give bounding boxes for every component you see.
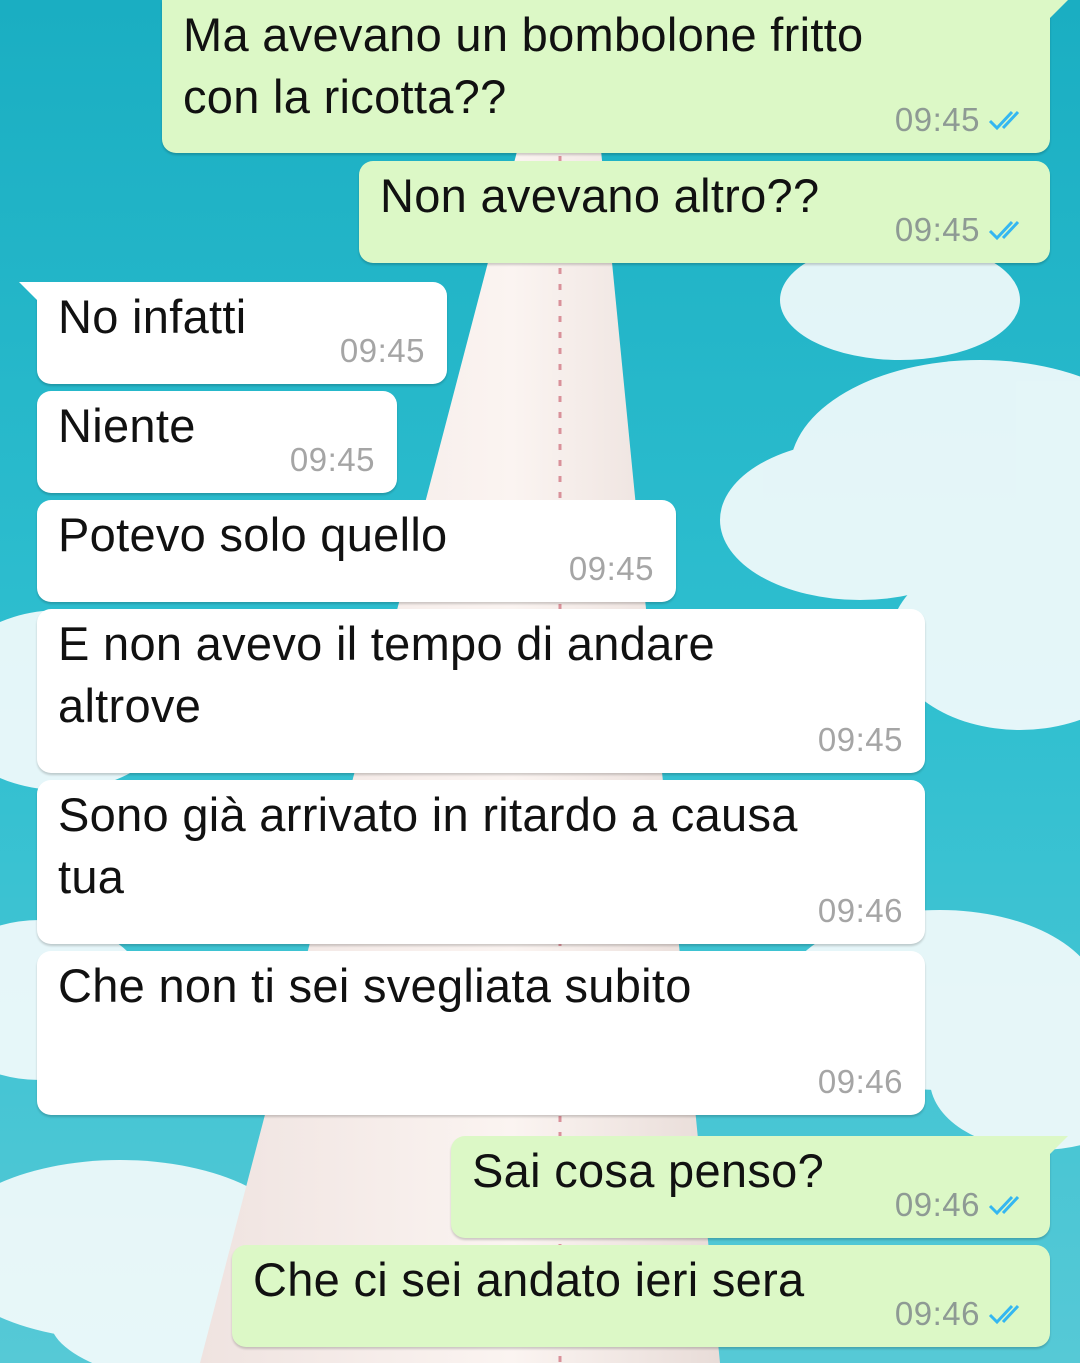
message-time: 09:45	[339, 332, 425, 369]
message-text: Non avevano altro??	[380, 169, 820, 222]
message-text: No infatti	[58, 290, 247, 343]
message-time: 09:46	[817, 892, 903, 929]
message-text: E non avevo il tempo di andare altrove	[58, 617, 715, 732]
message-bubble-incoming[interactable]: Niente 09:45	[37, 391, 397, 493]
message-bubble-outgoing[interactable]: Sai cosa penso? 09:46	[451, 1136, 1068, 1238]
message-meta: 09:45	[340, 332, 425, 370]
double-check-read-icon	[988, 110, 1020, 131]
message-meta: 09:45	[569, 550, 654, 588]
message-time: 09:45	[817, 721, 903, 758]
message-bubble-outgoing[interactable]: Non avevano altro?? 09:45	[359, 161, 1050, 263]
message-meta: 09:46	[895, 1186, 1028, 1224]
double-check-read-icon	[988, 1195, 1020, 1216]
message-meta: 09:46	[818, 892, 903, 930]
message-text: Sai cosa penso?	[472, 1144, 825, 1197]
message-time: 09:46	[817, 1063, 903, 1100]
message-time: 09:45	[894, 211, 980, 248]
double-check-read-icon	[988, 1304, 1020, 1325]
message-text: Che ci sei andato ieri sera	[253, 1253, 805, 1306]
message-meta: 09:45	[818, 721, 903, 759]
message-text: Ma avevano un bombolone fritto con la ri…	[183, 8, 864, 123]
message-bubble-incoming[interactable]: No infatti 09:45	[19, 282, 447, 384]
message-meta: 09:45	[895, 101, 1028, 139]
message-time: 09:45	[289, 441, 375, 478]
message-time: 09:45	[568, 550, 654, 587]
message-bubble-incoming[interactable]: Sono già arrivato in ritardo a causa tua…	[37, 780, 925, 944]
double-check-read-icon	[988, 220, 1020, 241]
message-bubble-incoming[interactable]: Potevo solo quello 09:45	[37, 500, 676, 602]
message-bubble-outgoing[interactable]: Ma avevano un bombolone fritto con la ri…	[162, 0, 1068, 153]
message-text: Sono già arrivato in ritardo a causa tua	[58, 788, 798, 903]
message-time: 09:46	[894, 1186, 980, 1223]
message-meta: 09:45	[290, 441, 375, 479]
message-bubble-outgoing[interactable]: Che ci sei andato ieri sera 09:46	[232, 1245, 1050, 1347]
message-meta: 09:45	[895, 211, 1028, 249]
message-bubble-incoming[interactable]: E non avevo il tempo di andare altrove 0…	[37, 609, 925, 773]
message-meta: 09:46	[818, 1063, 903, 1101]
message-meta: 09:46	[895, 1295, 1028, 1333]
message-text: Niente	[58, 399, 196, 452]
message-bubble-incoming[interactable]: Che non ti sei svegliata subito 09:46	[37, 951, 925, 1115]
message-time: 09:45	[894, 101, 980, 138]
message-text: Che non ti sei svegliata subito	[58, 959, 692, 1012]
message-time: 09:46	[894, 1295, 980, 1332]
message-text: Potevo solo quello	[58, 508, 448, 561]
